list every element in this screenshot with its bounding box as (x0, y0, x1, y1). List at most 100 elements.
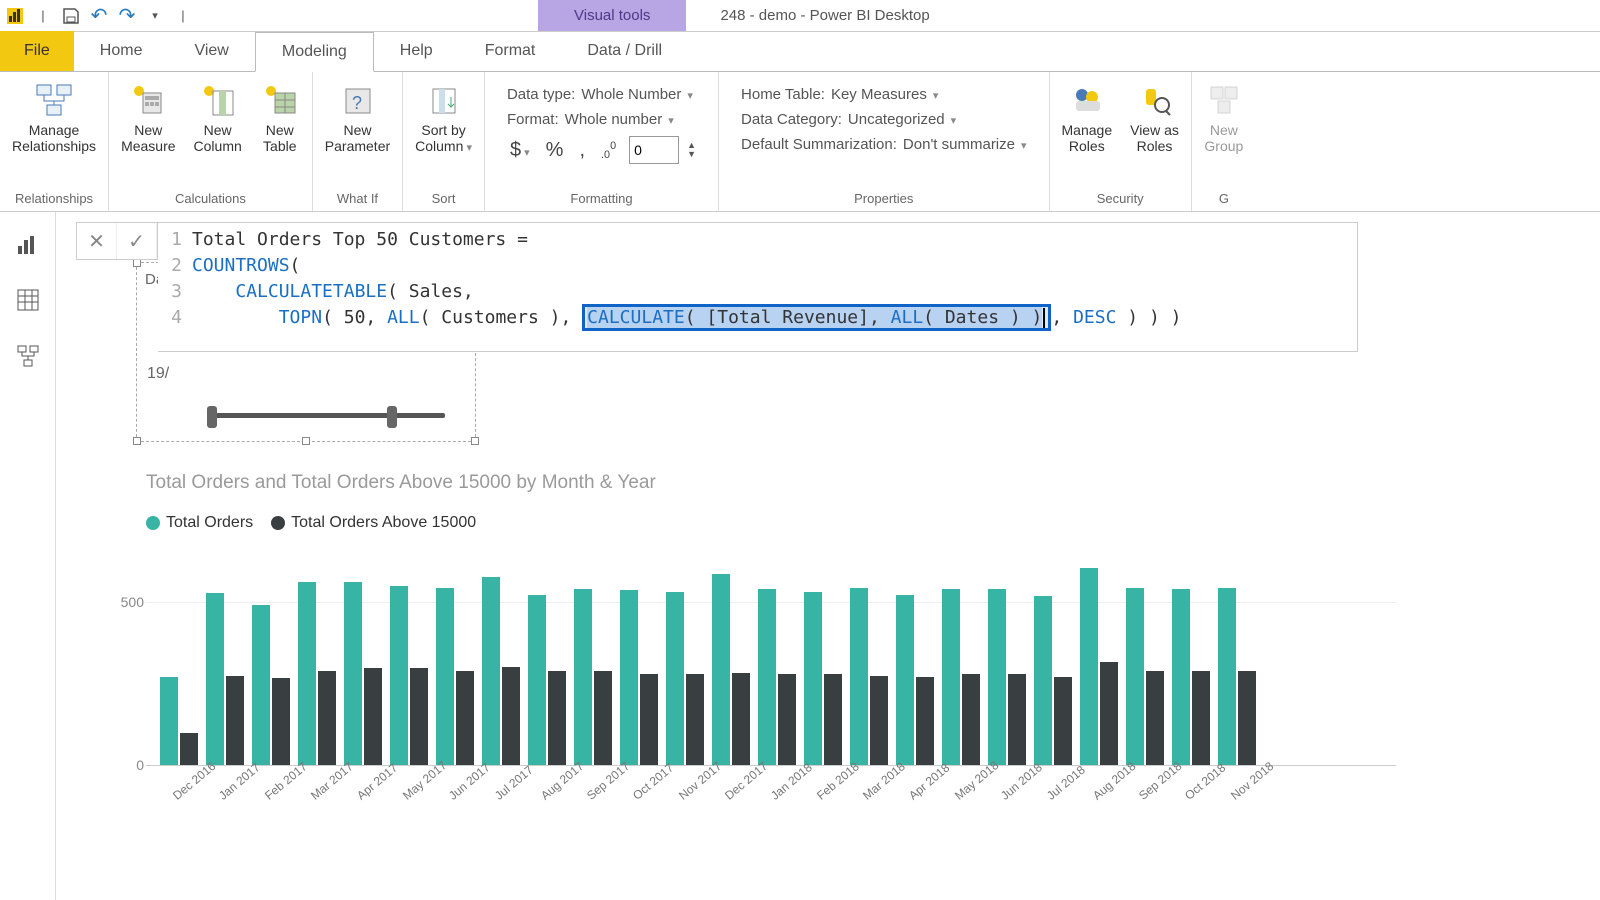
bar-total-orders-above-15000 (1146, 671, 1164, 765)
formula-cancel-button[interactable]: ✕ (77, 223, 117, 259)
x-tick-label: Feb 2017 (262, 766, 302, 802)
new-measure-button[interactable]: New Measure (119, 78, 177, 156)
tab-help[interactable]: Help (374, 31, 459, 71)
ribbon-label: View as Roles (1130, 122, 1179, 154)
formula-editor[interactable]: 1Total Orders Top 50 Customers = 2COUNTR… (158, 222, 1358, 352)
x-tick-label: Apr 2017 (354, 766, 394, 802)
manage-relationships-button[interactable]: Manage Relationships (10, 78, 98, 156)
bar-total-orders-above-15000 (456, 671, 474, 765)
x-tick-label: Jul 2018 (1044, 766, 1084, 802)
tab-file[interactable]: File (0, 31, 74, 71)
x-tick-label: Mar 2017 (308, 766, 348, 802)
group-label-sort: Sort (432, 188, 456, 209)
chart-plot: 500 0 (146, 546, 1396, 766)
group-icon (1204, 80, 1244, 120)
relationships-icon (34, 80, 74, 120)
new-column-button[interactable]: New Column (192, 78, 244, 156)
bar-group (620, 590, 660, 765)
bar-group (344, 582, 384, 765)
y-tick-500: 500 (104, 594, 144, 610)
bar-group (712, 574, 752, 765)
manage-roles-button[interactable]: Manage Roles (1060, 78, 1115, 156)
measure-icon (128, 80, 168, 120)
group-label-whatif: What If (337, 188, 378, 209)
parameter-icon: ? (337, 80, 377, 120)
percent-button[interactable]: % (543, 139, 567, 162)
ribbon-label: New Group (1204, 122, 1243, 154)
tab-modeling[interactable]: Modeling (255, 32, 374, 72)
bar-total-orders-above-15000 (226, 676, 244, 765)
datacategory-dropdown[interactable]: Data Category: Uncategorized (741, 111, 1027, 128)
new-parameter-button[interactable]: ?New Parameter (323, 78, 392, 156)
undo-icon[interactable]: ↶ (90, 7, 108, 25)
group-label-relationships: Relationships (15, 188, 93, 209)
tab-home[interactable]: Home (74, 31, 169, 71)
bar-group (206, 593, 246, 765)
bar-group (758, 589, 798, 765)
x-tick-label: Jun 2018 (998, 766, 1038, 802)
bar-total-orders (390, 586, 408, 765)
bar-total-orders (758, 589, 776, 765)
group-label-calculations: Calculations (175, 188, 246, 209)
group-label-properties: Properties (854, 188, 913, 209)
bar-total-orders (344, 582, 362, 765)
bar-total-orders (1126, 588, 1144, 765)
bar-group (666, 592, 706, 765)
sort-by-column-button[interactable]: Sort by Column (413, 78, 474, 157)
format-dropdown[interactable]: Format: Whole number (507, 111, 696, 128)
x-tick-label: Aug 2018 (1090, 766, 1130, 802)
y-tick-0: 0 (104, 757, 144, 773)
bar-group (574, 589, 614, 765)
x-tick-label: Jun 2017 (446, 766, 486, 802)
ribbon-label: New Table (263, 122, 296, 154)
column-icon (198, 80, 238, 120)
new-group-button[interactable]: New Group (1202, 78, 1246, 156)
bar-group (804, 592, 844, 765)
hometable-dropdown[interactable]: Home Table: Key Measures (741, 86, 1027, 103)
report-view-icon[interactable] (14, 230, 42, 258)
decimals-input[interactable] (629, 136, 679, 164)
ribbon-label: New Parameter (325, 122, 390, 154)
save-icon[interactable] (62, 7, 80, 25)
contextual-tab-visualtools: Visual tools (538, 0, 686, 31)
x-tick-label: Jul 2017 (492, 766, 532, 802)
table-icon (260, 80, 300, 120)
model-view-icon[interactable] (14, 342, 42, 370)
data-view-icon[interactable] (14, 286, 42, 314)
bar-total-orders-above-15000 (272, 678, 290, 765)
chart-visual[interactable]: Total Orders and Total Orders Above 1500… (146, 472, 1396, 852)
x-tick-label: Jan 2018 (768, 766, 808, 802)
bar-total-orders-above-15000 (732, 673, 750, 765)
x-tick-label: Jan 2017 (216, 766, 256, 802)
qat-customize-icon[interactable]: ▾ (146, 7, 164, 25)
x-tick-label: Nov 2017 (676, 766, 716, 802)
tab-view[interactable]: View (168, 31, 254, 71)
formula-selection: CALCULATE( [Total Revenue], ALL( Dates )… (582, 304, 1051, 331)
datatype-dropdown[interactable]: Data type: Whole Number (507, 86, 696, 103)
bar-total-orders-above-15000 (870, 676, 888, 765)
ribbon-label: New Measure (121, 122, 175, 154)
bar-total-orders-above-15000 (364, 668, 382, 765)
bar-total-orders (1218, 588, 1236, 765)
x-tick-label: Feb 2018 (814, 766, 854, 802)
bar-group (1172, 589, 1212, 765)
slicer-slider[interactable] (207, 413, 445, 418)
new-table-button[interactable]: New Table (258, 78, 302, 156)
view-as-roles-button[interactable]: View as Roles (1128, 78, 1181, 156)
bar-group (1034, 596, 1074, 765)
chart-title: Total Orders and Total Orders Above 1500… (146, 472, 1396, 494)
formula-commit-button[interactable]: ✓ (117, 223, 157, 259)
thousands-button[interactable]: , (576, 139, 588, 162)
tab-format[interactable]: Format (459, 31, 562, 71)
x-tick-label: Oct 2018 (1182, 766, 1222, 802)
bar-group (942, 589, 982, 765)
redo-icon[interactable]: ↷ (118, 7, 136, 25)
text-cursor (1043, 308, 1045, 328)
ribbon-label: Manage Relationships (12, 122, 96, 154)
group-label-groups: G (1219, 188, 1229, 209)
defaultsum-dropdown[interactable]: Default Summarization: Don't summarize (741, 136, 1027, 153)
decimals-spinner[interactable]: ▲▼ (687, 141, 696, 159)
tab-datadrill[interactable]: Data / Drill (561, 31, 688, 71)
currency-button[interactable]: $ (507, 139, 533, 162)
x-tick-label: Dec 2016 (170, 766, 210, 802)
